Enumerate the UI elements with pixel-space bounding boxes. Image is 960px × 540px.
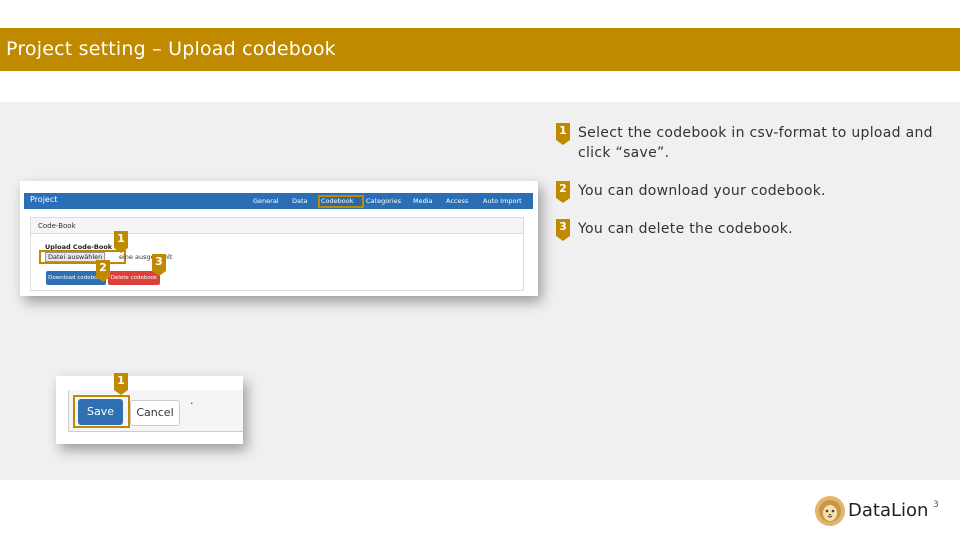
navbar-brand[interactable]: Project [30, 195, 57, 204]
step-badge-2: 2 [96, 260, 110, 282]
dot: . [190, 394, 194, 407]
step-marker-2: 2 [556, 181, 570, 203]
step-marker-3: 3 [556, 219, 570, 241]
slide-title: Project setting – Upload codebook [6, 38, 336, 60]
page-number: 3 [933, 500, 939, 510]
badge-number: 3 [155, 255, 163, 268]
badge-number: 1 [117, 232, 125, 245]
title-bar: Project setting – Upload codebook [0, 28, 960, 71]
project-navbar: Project General Data Codebook Categories… [24, 193, 533, 209]
cancel-button[interactable]: Cancel [130, 400, 180, 426]
tab-codebook[interactable]: Codebook [321, 197, 353, 205]
tab-data[interactable]: Data [292, 197, 308, 205]
save-button[interactable]: Save [78, 399, 123, 425]
marker-number: 2 [559, 182, 567, 195]
tab-categories[interactable]: Categories [366, 197, 401, 205]
marker-number: 1 [559, 124, 567, 137]
tab-media[interactable]: Media [413, 197, 433, 205]
datalion-logo-icon [814, 495, 846, 527]
datalion-logo-text: DataLion [848, 500, 929, 521]
step-text-1: Select the codebook in csv-format to upl… [578, 125, 933, 161]
badge-number: 2 [99, 261, 107, 274]
tab-auto-import[interactable]: Auto Import [483, 197, 522, 205]
panel-title: Code-Book [38, 222, 76, 230]
step-marker-1: 1 [556, 123, 570, 145]
step-badge-1-save: 1 [114, 373, 128, 395]
slide: Project setting – Upload codebook Projec… [0, 0, 960, 540]
step-text-3: You can delete the codebook. [578, 221, 793, 237]
step-text-2: You can download your codebook. [578, 183, 826, 199]
marker-number: 3 [559, 220, 567, 233]
tab-access[interactable]: Access [446, 197, 468, 205]
save-screenshot: Save Cancel . [56, 376, 243, 444]
step-badge-3: 3 [152, 254, 166, 276]
tab-general[interactable]: General [253, 197, 279, 205]
badge-number: 1 [117, 374, 125, 387]
panel-header: Code-Book [31, 218, 523, 234]
step-badge-1: 1 [114, 231, 128, 253]
